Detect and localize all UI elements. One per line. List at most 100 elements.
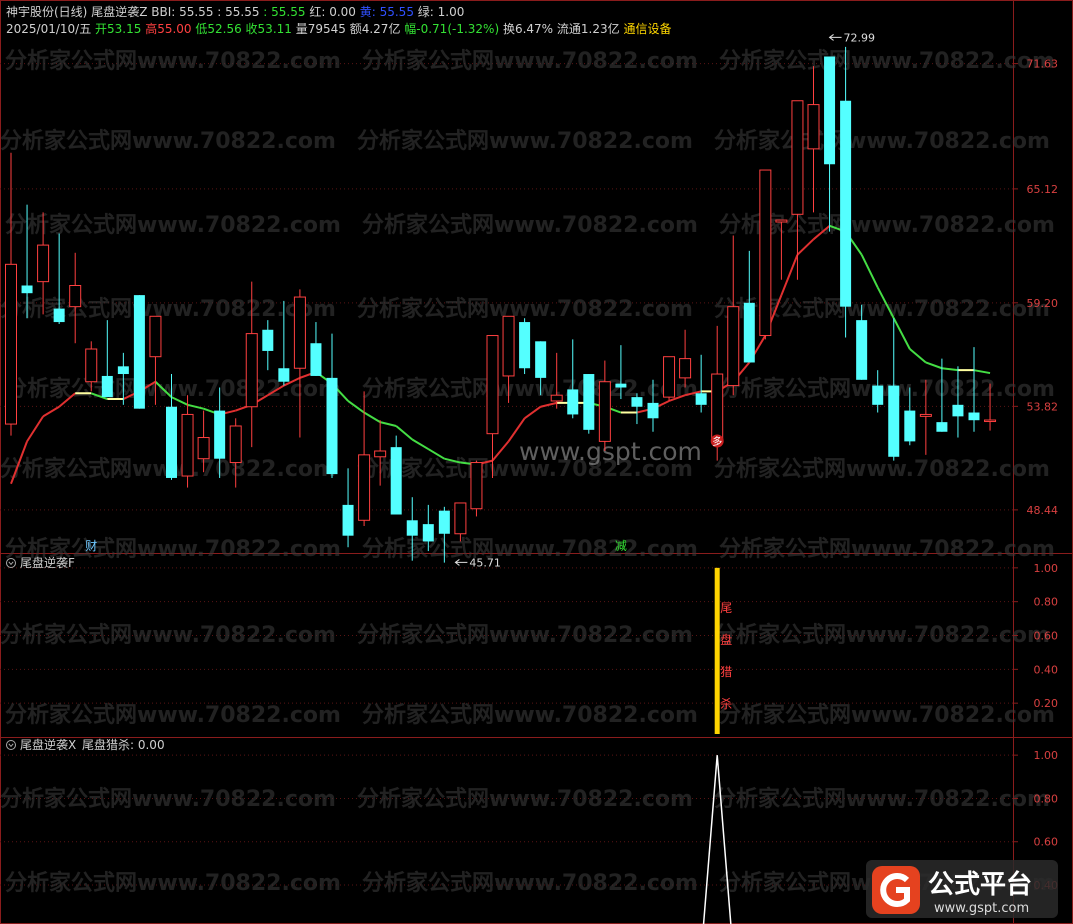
- candle-body: [743, 302, 755, 363]
- y-tick-label: 0.20: [1034, 697, 1059, 710]
- candle-body: [824, 56, 836, 165]
- candle-body: [486, 335, 499, 435]
- candle-body: [197, 437, 210, 460]
- watermark-text: 分析家公式网www.70822.com: [5, 212, 341, 238]
- high-marker-label: 72.99: [844, 31, 876, 44]
- candle-body: [952, 404, 964, 417]
- y-tick-label: 0.60: [1034, 630, 1059, 643]
- candle-body: [5, 263, 17, 425]
- header-field: 红: 0.00: [306, 4, 356, 19]
- stock-chart[interactable]: 分析家公式网www.70822.com 分析家公式网www.70822.com 分析…: [0, 0, 1073, 924]
- header-field: 开53.15: [91, 22, 141, 36]
- watermark-text: 分析家公式网www.70822.com: [714, 456, 1050, 482]
- signal-bar-label: 盘: [720, 632, 732, 647]
- y-tick-label: 0.40: [1034, 663, 1059, 676]
- candle-body: [53, 308, 65, 323]
- candle-body: [470, 462, 483, 510]
- signal-label: 减: [615, 539, 627, 553]
- watermark-text: 分析家公式网www.70822.com: [362, 870, 698, 896]
- candle-body: [519, 322, 531, 369]
- watermark-text: 分析家公式网www.70822.com: [719, 536, 1055, 562]
- candle-body: [69, 285, 82, 308]
- watermark-text: 分析家公式网www.70822.com: [362, 702, 698, 728]
- y-tick-label: 1.00: [1034, 562, 1059, 575]
- candle-body: [888, 385, 900, 457]
- header-field: : 55.55: [259, 5, 305, 19]
- candle-body: [101, 375, 113, 398]
- y-tick-label: 0.60: [1034, 836, 1059, 849]
- watermark-text: 分析家公式网www.70822.com: [362, 212, 698, 238]
- logo-url: www.gspt.com: [934, 901, 1029, 916]
- header-field: 收53.11: [242, 22, 292, 36]
- candle-body: [245, 333, 258, 408]
- candle-body: [984, 419, 997, 423]
- candle-body: [117, 366, 129, 375]
- watermark-text: 分析家公式网www.70822.com: [719, 376, 1055, 402]
- low-marker-label: 45.71: [469, 556, 501, 569]
- watermark-text: 分析家公式网www.70822.com: [357, 296, 693, 322]
- gspt-logo: 公式平台 www.gspt.com: [866, 860, 1058, 918]
- header-field: 高55.00: [141, 21, 191, 36]
- watermark-text: 分析家公式网www.70822.com: [714, 786, 1050, 812]
- candle-body: [807, 104, 820, 150]
- watermark-text: 分析家公式网www.70822.com: [362, 376, 698, 402]
- header-field: 换6.47%: [499, 22, 553, 36]
- header-field: 2025/01/10/五: [6, 22, 91, 36]
- y-tick-label: 65.12: [1027, 183, 1059, 196]
- candle-body: [406, 520, 418, 536]
- watermark-text: 分析家公式网www.70822.com: [714, 622, 1050, 648]
- watermark-text: 分析家公式网www.70822.com: [0, 622, 336, 648]
- candle-body: [711, 373, 724, 442]
- candle-body: [567, 389, 579, 415]
- candle-body: [775, 219, 788, 223]
- header-field: 绿: 1.00: [414, 4, 464, 19]
- signal-bar: [714, 567, 720, 734]
- candle-body: [791, 100, 804, 215]
- header-field: 神宇股份(日线): [6, 5, 87, 19]
- panel-x-value: 尾盘猎杀: 0.00: [82, 737, 165, 752]
- candle-body: [390, 447, 402, 515]
- candle-body: [904, 410, 916, 442]
- candle-body: [310, 343, 322, 376]
- header-field: : 55.55: [213, 5, 259, 19]
- candle-body: [85, 348, 98, 383]
- signal-bar-label: 尾: [720, 601, 732, 615]
- candle-body: [293, 296, 306, 369]
- watermark-text: 分析家公式网www.70822.com: [362, 48, 698, 74]
- candle-body: [37, 244, 50, 283]
- candle-body: [535, 341, 547, 378]
- candle-body: [856, 320, 868, 380]
- watermark-text: 分析家公式网www.70822.com: [5, 870, 341, 896]
- y-tick-label: 59.20: [1027, 297, 1059, 310]
- candle-body: [647, 402, 659, 419]
- candle-body: [21, 285, 33, 294]
- watermark-text: 分析家公式网www.70822.com: [719, 48, 1055, 74]
- logo-text: 公式平台: [928, 869, 1032, 900]
- signal-bar-label: 杀: [720, 696, 732, 711]
- candle-body: [422, 524, 434, 542]
- candle-body: [262, 329, 274, 351]
- candle-body: [663, 356, 676, 398]
- candle-body: [166, 406, 177, 478]
- candle-body: [679, 358, 692, 379]
- candle-body: [454, 502, 467, 535]
- header-field: BBI: 55.55: [147, 5, 213, 19]
- header-field: 通信设备: [620, 22, 672, 36]
- candle-body: [358, 454, 371, 521]
- candle-body: [615, 383, 627, 388]
- candle-body: [631, 397, 643, 407]
- candle-body: [229, 425, 242, 464]
- panel-x-title: 尾盘逆袭X: [20, 737, 76, 752]
- candle-body: [374, 450, 387, 458]
- candle-body: [214, 410, 226, 459]
- watermark-text: 分析家公式网www.70822.com: [357, 786, 693, 812]
- watermark-text: 分析家公式网www.70822.com: [357, 128, 693, 154]
- candle-body: [550, 394, 563, 402]
- y-tick-label: 0.80: [1034, 792, 1059, 805]
- signal-bar-label: 猎: [720, 665, 732, 679]
- candle-body: [759, 169, 772, 337]
- y-tick-label: 48.44: [1027, 504, 1059, 517]
- watermark-text: 分析家公式网www.70822.com: [0, 296, 336, 322]
- header-field: 量79545: [292, 22, 346, 36]
- header-field: 黄: 55.55: [356, 5, 414, 19]
